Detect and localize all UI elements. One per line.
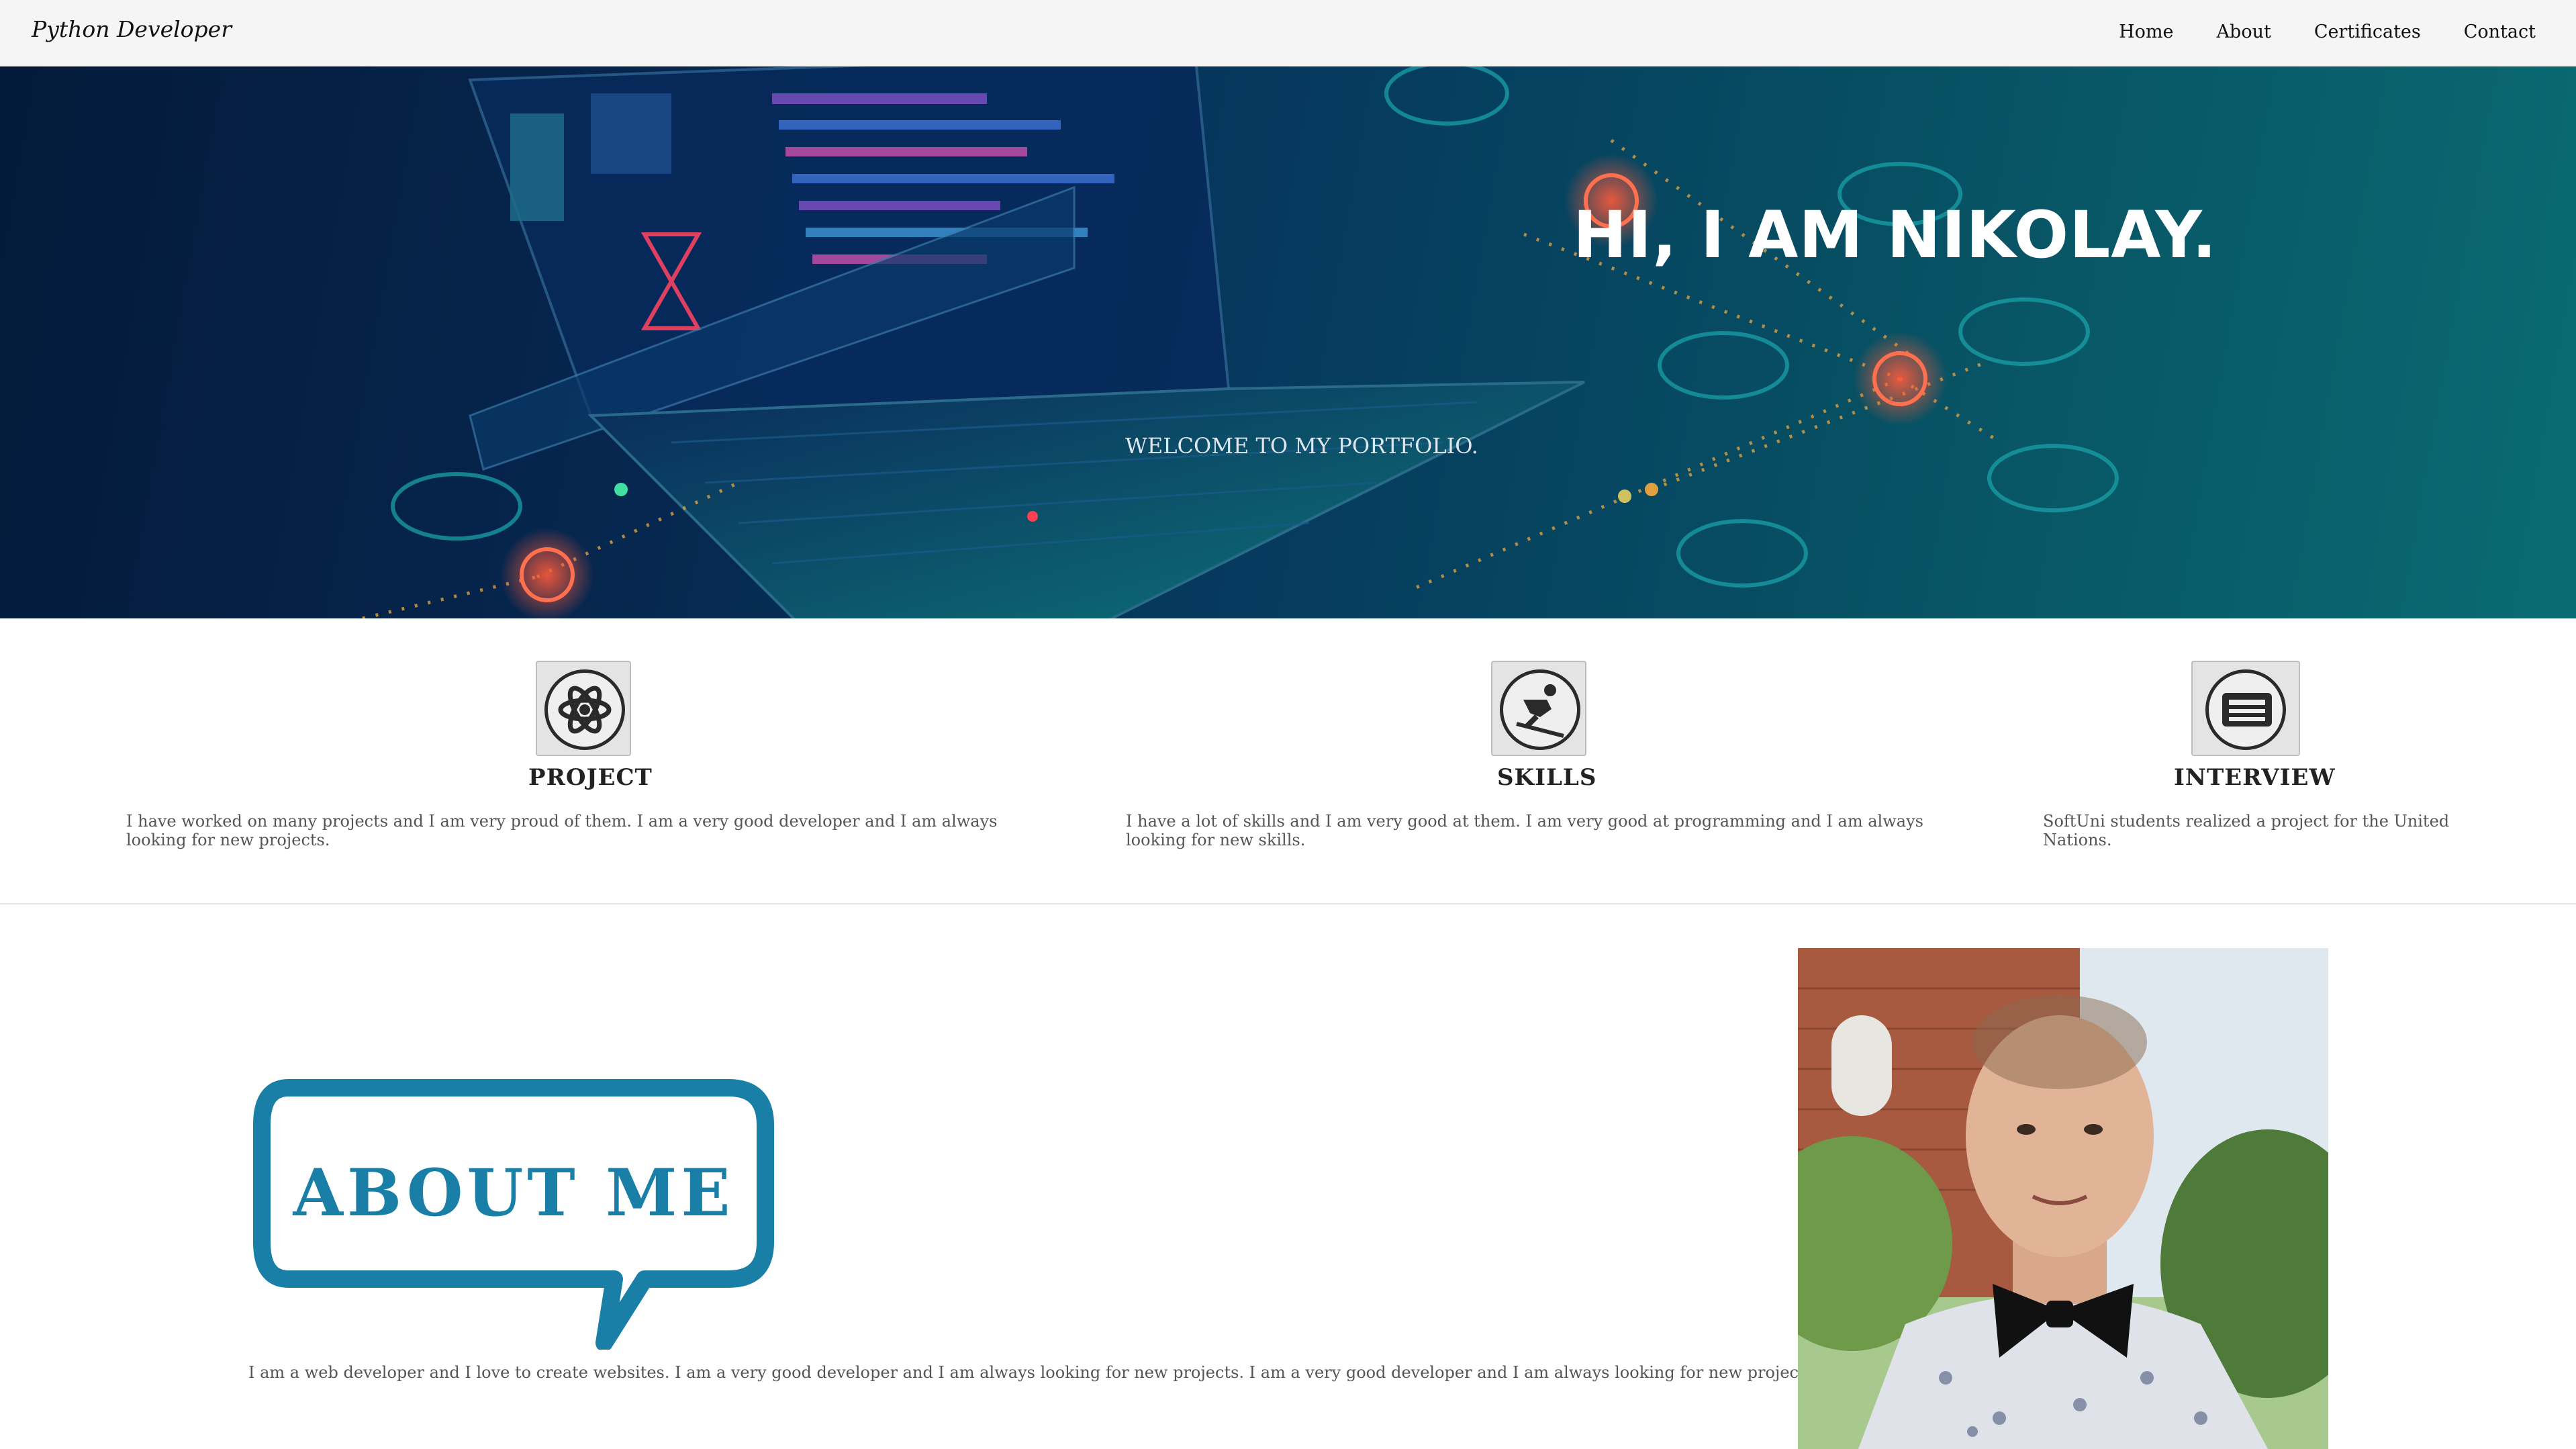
nav-link-home[interactable]: Home bbox=[2119, 21, 2173, 42]
nav-links: Home About Certificates Contact bbox=[2076, 21, 2536, 42]
feature-text-line: SoftUni students realized a project for … bbox=[2043, 812, 2450, 831]
nav-link-certificates[interactable]: Certificates bbox=[2314, 21, 2421, 42]
feature-title-project: PROJECT bbox=[528, 764, 653, 791]
atom-icon bbox=[536, 661, 631, 756]
feature-text-project: I have worked on many projects and I am … bbox=[126, 812, 998, 849]
feature-text-skills: I have a lot of skills and I am very goo… bbox=[1126, 812, 1923, 849]
navbar: Python Developer Home About Certificates… bbox=[0, 0, 2576, 66]
brand-logo[interactable]: Python Developer bbox=[32, 16, 232, 42]
about-me-heading: ABOUT ME bbox=[292, 1155, 734, 1231]
feature-title-skills: SKILLS bbox=[1497, 764, 1597, 791]
features-section: PROJECT I have worked on many projects a… bbox=[0, 618, 2576, 904]
about-me-badge: ABOUT ME bbox=[248, 1074, 779, 1352]
about-text: I am a web developer and I love to creat… bbox=[248, 1363, 1819, 1382]
feature-text-line: I have worked on many projects and I am … bbox=[126, 812, 998, 831]
nav-link-contact[interactable]: Contact bbox=[2464, 21, 2536, 42]
hero-laptop-illustration bbox=[362, 66, 2119, 618]
hero-title: HI, I AM NIKOLAY. bbox=[1573, 197, 2217, 273]
skier-icon bbox=[1491, 661, 1586, 756]
feature-title-interview: INTERVIEW bbox=[2174, 764, 2336, 791]
newspaper-icon bbox=[2191, 661, 2300, 756]
hero-banner: HI, I AM NIKOLAY. WELCOME TO MY PORTFOLI… bbox=[0, 66, 2576, 618]
feature-text-line: looking for new skills. bbox=[1126, 831, 1306, 849]
feature-text-interview: SoftUni students realized a project for … bbox=[2043, 812, 2449, 849]
feature-text-line: Nations. bbox=[2043, 831, 2112, 849]
feature-text-line: I have a lot of skills and I am very goo… bbox=[1126, 812, 1923, 831]
nav-link-about[interactable]: About bbox=[2217, 21, 2271, 42]
profile-photo bbox=[1798, 948, 2328, 1449]
feature-text-line: looking for new projects. bbox=[126, 831, 330, 849]
hero-subtitle: WELCOME TO MY PORTFOLIO. bbox=[1125, 433, 1478, 459]
